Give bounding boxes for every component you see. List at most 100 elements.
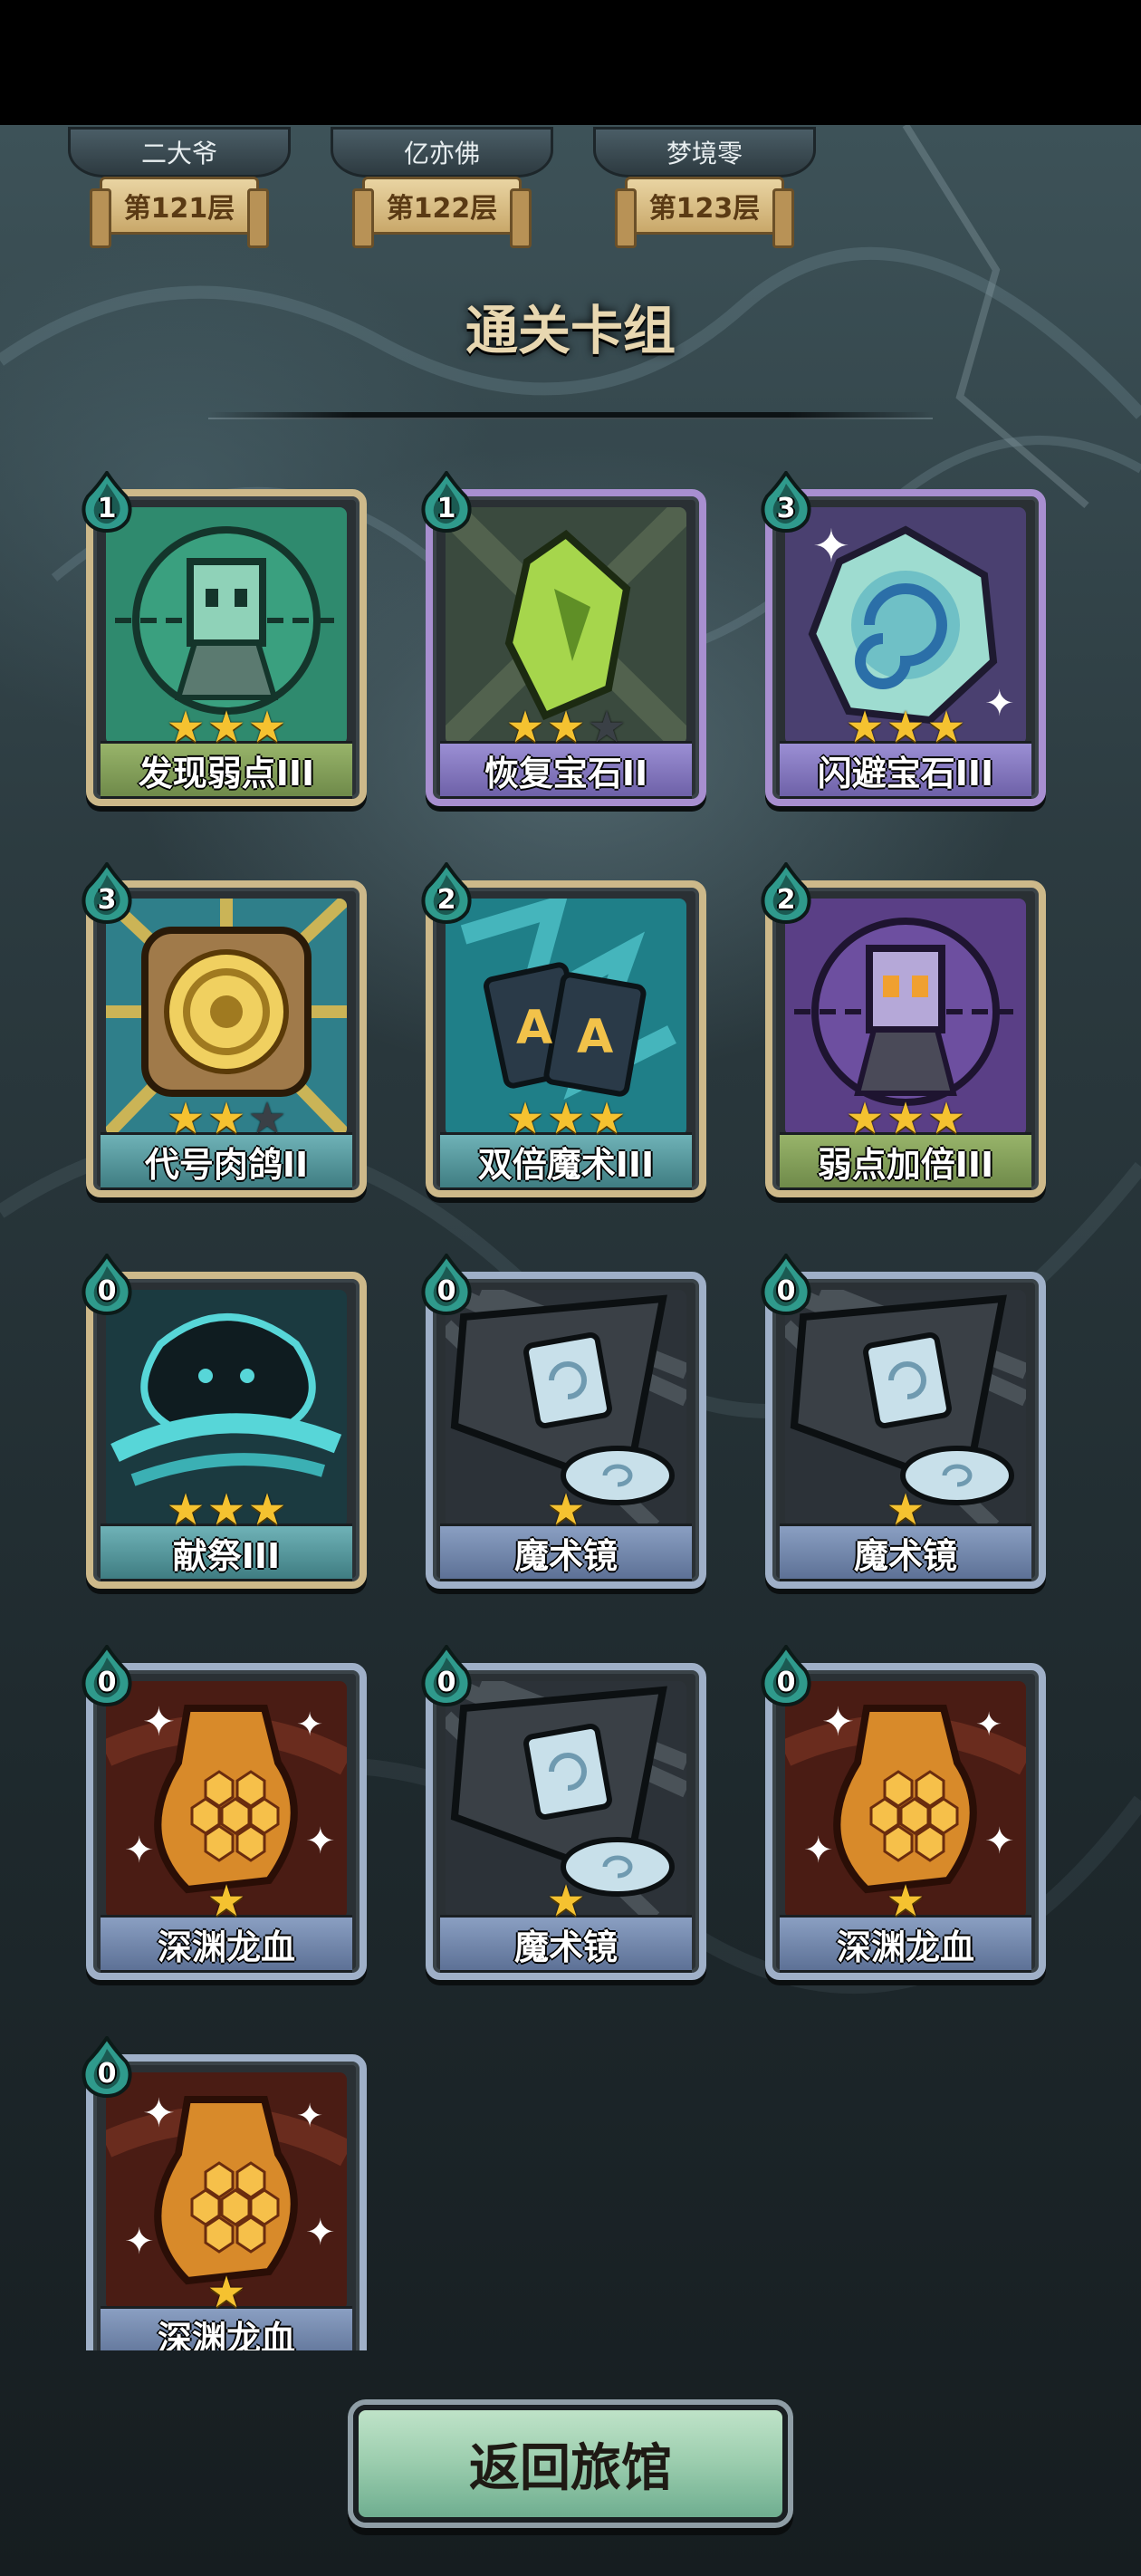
star-icon: ★ (546, 1485, 586, 1535)
leaderboard-entry-3: 梦境零 第123层 (584, 127, 820, 254)
card-star-rating: ★ (86, 1879, 367, 1924)
card-star-rating: ★ (426, 1879, 706, 1924)
energy-cost-badge: 0 (760, 1254, 812, 1315)
cost-value: 1 (97, 493, 117, 524)
star-icon: ★ (886, 702, 925, 753)
star-icon: ★ (546, 1093, 586, 1144)
svg-text:✦: ✦ (812, 520, 850, 572)
deck-card[interactable]: ✦ ✦ 闪避宝石III ★ ★ ★ 3 (761, 471, 1046, 806)
deck-card[interactable]: ✦ ✦ ✦ ✦ 深渊龙血 ★ 0 (761, 1645, 1046, 1980)
svg-text:✦: ✦ (305, 2212, 336, 2254)
energy-cost-badge: 0 (81, 1254, 133, 1315)
star-icon: ★ (166, 1093, 206, 1144)
svg-text:✦: ✦ (124, 1830, 155, 1871)
deck-grid[interactable]: 发现弱点III ★ ★ ★ 1 恢复宝石II ★ ★ ★ 1 ✦ ✦ 闪避宝石III ★ ★ ★ 3 代号肉鸽II… (0, 471, 1141, 2350)
deck-card[interactable]: 恢复宝石II ★ ★ ★ 1 (421, 471, 706, 806)
svg-text:✦: ✦ (296, 2098, 323, 2135)
cost-value: 0 (436, 1667, 456, 1698)
cost-value: 0 (776, 1667, 796, 1698)
star-icon: ★ (247, 1093, 287, 1144)
svg-text:A: A (516, 1001, 552, 1055)
energy-cost-badge: 0 (420, 1254, 473, 1315)
star-icon: ★ (206, 2267, 246, 2318)
cost-value: 0 (97, 2058, 117, 2090)
card-star-rating: ★ ★ ★ (426, 705, 706, 750)
energy-cost-badge: 2 (420, 862, 473, 924)
star-icon: ★ (166, 702, 206, 753)
energy-cost-badge: 0 (81, 2036, 133, 2098)
energy-cost-badge: 0 (760, 1645, 812, 1706)
energy-cost-badge: 3 (760, 471, 812, 533)
star-icon: ★ (206, 1093, 246, 1144)
star-icon: ★ (546, 702, 586, 753)
star-icon: ★ (247, 702, 287, 753)
return-to-inn-button[interactable]: 返回旅馆 (353, 2405, 788, 2523)
card-star-rating: ★ (765, 1487, 1046, 1533)
card-star-rating: ★ ★ ★ (86, 1096, 367, 1141)
star-icon: ★ (206, 1485, 246, 1535)
svg-text:✦: ✦ (821, 1699, 855, 1745)
energy-cost-badge: 1 (81, 471, 133, 533)
svg-text:✦: ✦ (124, 2221, 155, 2263)
star-icon: ★ (206, 702, 246, 753)
deck-card[interactable]: 献祭III ★ ★ ★ 0 (82, 1254, 367, 1589)
star-icon: ★ (166, 1485, 206, 1535)
deck-card[interactable]: 发现弱点III ★ ★ ★ 1 (82, 471, 367, 806)
cost-value: 0 (97, 1667, 117, 1698)
star-icon: ★ (505, 1093, 545, 1144)
star-icon: ★ (926, 1093, 966, 1144)
player-name: 亿亦佛 (331, 127, 553, 178)
divider (208, 412, 933, 419)
section-title: 通关卡组 (465, 300, 676, 361)
energy-cost-badge: 3 (81, 862, 133, 924)
card-star-rating: ★ ★ ★ (426, 1096, 706, 1141)
leaderboard-entry-2: 亿亦佛 第122层 (321, 127, 557, 254)
energy-cost-badge: 0 (81, 1645, 133, 1706)
card-star-rating: ★ (426, 1487, 706, 1533)
svg-text:✦: ✦ (305, 1821, 336, 1862)
star-icon: ★ (886, 1876, 925, 1927)
cost-value: 0 (97, 1275, 117, 1307)
cost-value: 2 (776, 884, 796, 916)
floor-badge: 第121层 (90, 177, 269, 248)
svg-text:✦: ✦ (975, 1706, 1002, 1744)
deck-card[interactable]: ✦ ✦ ✦ ✦ 深渊龙血 ★ 0 (82, 1645, 367, 1980)
deck-card[interactable]: A A 双倍魔术III ★ ★ ★ 2 (421, 862, 706, 1197)
star-icon: ★ (926, 702, 966, 753)
star-icon: ★ (546, 1876, 586, 1927)
svg-text:✦: ✦ (984, 1821, 1015, 1862)
star-icon: ★ (886, 1093, 925, 1144)
cost-value: 3 (776, 493, 796, 524)
cost-value: 0 (776, 1275, 796, 1307)
star-icon: ★ (247, 1485, 287, 1535)
card-star-rating: ★ ★ ★ (765, 705, 1046, 750)
deck-card[interactable]: 魔术镜 ★ 0 (421, 1254, 706, 1589)
svg-text:✦: ✦ (142, 2091, 176, 2137)
svg-text:✦: ✦ (296, 1706, 323, 1744)
card-star-rating: ★ ★ ★ (86, 1487, 367, 1533)
energy-cost-badge: 2 (760, 862, 812, 924)
star-icon: ★ (845, 702, 885, 753)
star-icon: ★ (587, 1093, 627, 1144)
status-bar (0, 0, 1141, 125)
deck-card[interactable]: ✦ ✦ ✦ ✦ 深渊龙血 ★ 0 (82, 2036, 367, 2350)
deck-card[interactable]: 弱点加倍III ★ ★ ★ 2 (761, 862, 1046, 1197)
svg-text:✦: ✦ (142, 1699, 176, 1745)
leaderboard-entry-1: 二大爷 第121层 (59, 127, 294, 254)
energy-cost-badge: 0 (420, 1645, 473, 1706)
svg-text:A: A (577, 1010, 613, 1064)
card-star-rating: ★ ★ ★ (86, 705, 367, 750)
deck-card[interactable]: 魔术镜 ★ 0 (421, 1645, 706, 1980)
floor-badge: 第122层 (352, 177, 532, 248)
cost-value: 3 (97, 884, 117, 916)
cost-value: 1 (436, 493, 456, 524)
star-icon: ★ (886, 1485, 925, 1535)
star-icon: ★ (587, 702, 627, 753)
deck-card[interactable]: 代号肉鸽II ★ ★ ★ 3 (82, 862, 367, 1197)
deck-card[interactable]: 魔术镜 ★ 0 (761, 1254, 1046, 1589)
player-name: 二大爷 (68, 127, 291, 178)
star-icon: ★ (505, 702, 545, 753)
svg-text:✦: ✦ (803, 1830, 834, 1871)
floor-badge: 第123层 (615, 177, 794, 248)
cost-value: 0 (436, 1275, 456, 1307)
